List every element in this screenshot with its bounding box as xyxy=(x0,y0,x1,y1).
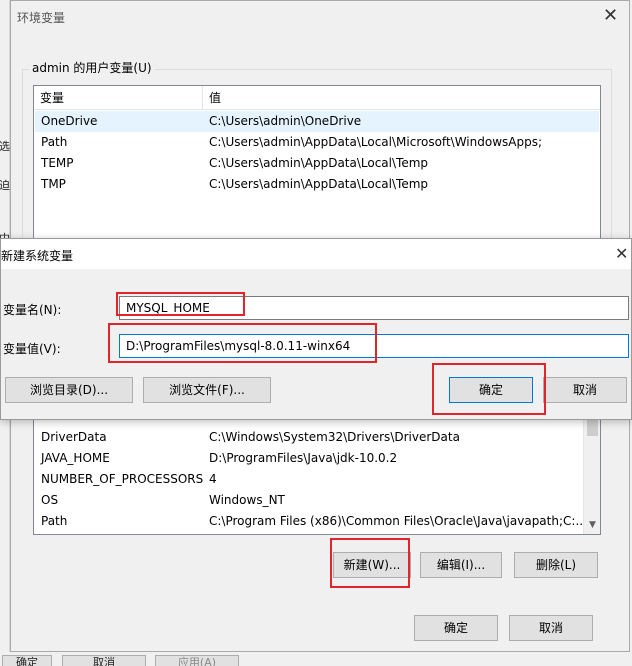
list-item[interactable]: JAVA_HOME D:\ProgramFiles\Java\jdk-10.0.… xyxy=(35,448,582,469)
background-ok-button[interactable]: 确定 xyxy=(2,655,52,666)
list-item[interactable]: TMP C:\Users\admin\AppData\Local\Temp xyxy=(35,174,599,195)
user-variables-list[interactable]: 变量 值 OneDrive C:\Users\admin\OneDrive Pa… xyxy=(33,85,601,241)
vertical-scrollbar[interactable]: ▼ xyxy=(583,414,600,534)
user-variables-label: admin 的用户变量(U) xyxy=(29,59,155,76)
new-system-variable-button[interactable]: 新建(W)... xyxy=(333,552,411,578)
ok-button[interactable]: 确定 xyxy=(449,377,533,403)
list-item[interactable]: Path C:\Program Files (x86)\Common Files… xyxy=(35,511,587,532)
edit-system-variable-button[interactable]: 编辑(I)... xyxy=(420,552,502,578)
background-char: 选 xyxy=(0,140,10,153)
list-item[interactable]: OS Windows_NT xyxy=(35,490,582,511)
close-icon[interactable]: ✕ xyxy=(615,245,628,263)
browse-file-button[interactable]: 浏览文件(F)... xyxy=(143,377,271,403)
list-item[interactable]: TEMP C:\Users\admin\AppData\Local\Temp xyxy=(35,153,599,174)
scrollbar-thumb[interactable] xyxy=(587,418,598,436)
scroll-down-icon[interactable]: ▼ xyxy=(584,517,600,534)
ok-button[interactable]: 确定 xyxy=(414,615,498,641)
list-header: 变量 值 xyxy=(34,86,600,110)
variable-name-input[interactable]: MYSQL_HOME xyxy=(119,296,629,320)
background-apply-button[interactable]: 应用(A) xyxy=(155,655,239,666)
list-item[interactable]: NUMBER_OF_PROCESSORS 4 xyxy=(35,469,582,490)
variable-value-input[interactable]: D:\ProgramFiles\mysql-8.0.11-winx64 xyxy=(119,334,629,358)
system-variables-list[interactable]: DriverData C:\Windows\System32\Drivers\D… xyxy=(33,413,601,535)
dialog-titlebar: 新建系统变量 ✕ xyxy=(1,239,631,269)
background-cancel-button[interactable]: 取消 xyxy=(62,655,146,666)
variable-value-label: 变量值(V): xyxy=(3,342,61,356)
list-item[interactable]: OneDrive C:\Users\admin\OneDrive xyxy=(35,111,599,132)
cancel-button[interactable]: 取消 xyxy=(509,615,593,641)
delete-system-variable-button[interactable]: 删除(L) xyxy=(514,552,598,578)
list-item[interactable]: Path C:\Users\admin\AppData\Local\Micros… xyxy=(35,132,599,153)
close-icon[interactable]: ✕ xyxy=(603,7,618,25)
background-char: 迫 xyxy=(0,179,10,192)
browse-directory-button[interactable]: 浏览目录(D)... xyxy=(5,377,133,403)
dialog-title: 新建系统变量 xyxy=(1,249,74,263)
dialog-title: 环境变量 xyxy=(17,11,66,25)
cancel-button[interactable]: 取消 xyxy=(543,377,627,403)
variable-name-label: 变量名(N): xyxy=(3,303,62,317)
new-system-variable-dialog: 新建系统变量 ✕ 变量名(N): MYSQL_HOME 变量值(V): D:\P… xyxy=(0,238,632,420)
column-header-value[interactable]: 值 xyxy=(202,86,600,110)
list-item[interactable]: DriverData C:\Windows\System32\Drivers\D… xyxy=(35,427,582,448)
column-header-variable[interactable]: 变量 xyxy=(34,86,202,110)
